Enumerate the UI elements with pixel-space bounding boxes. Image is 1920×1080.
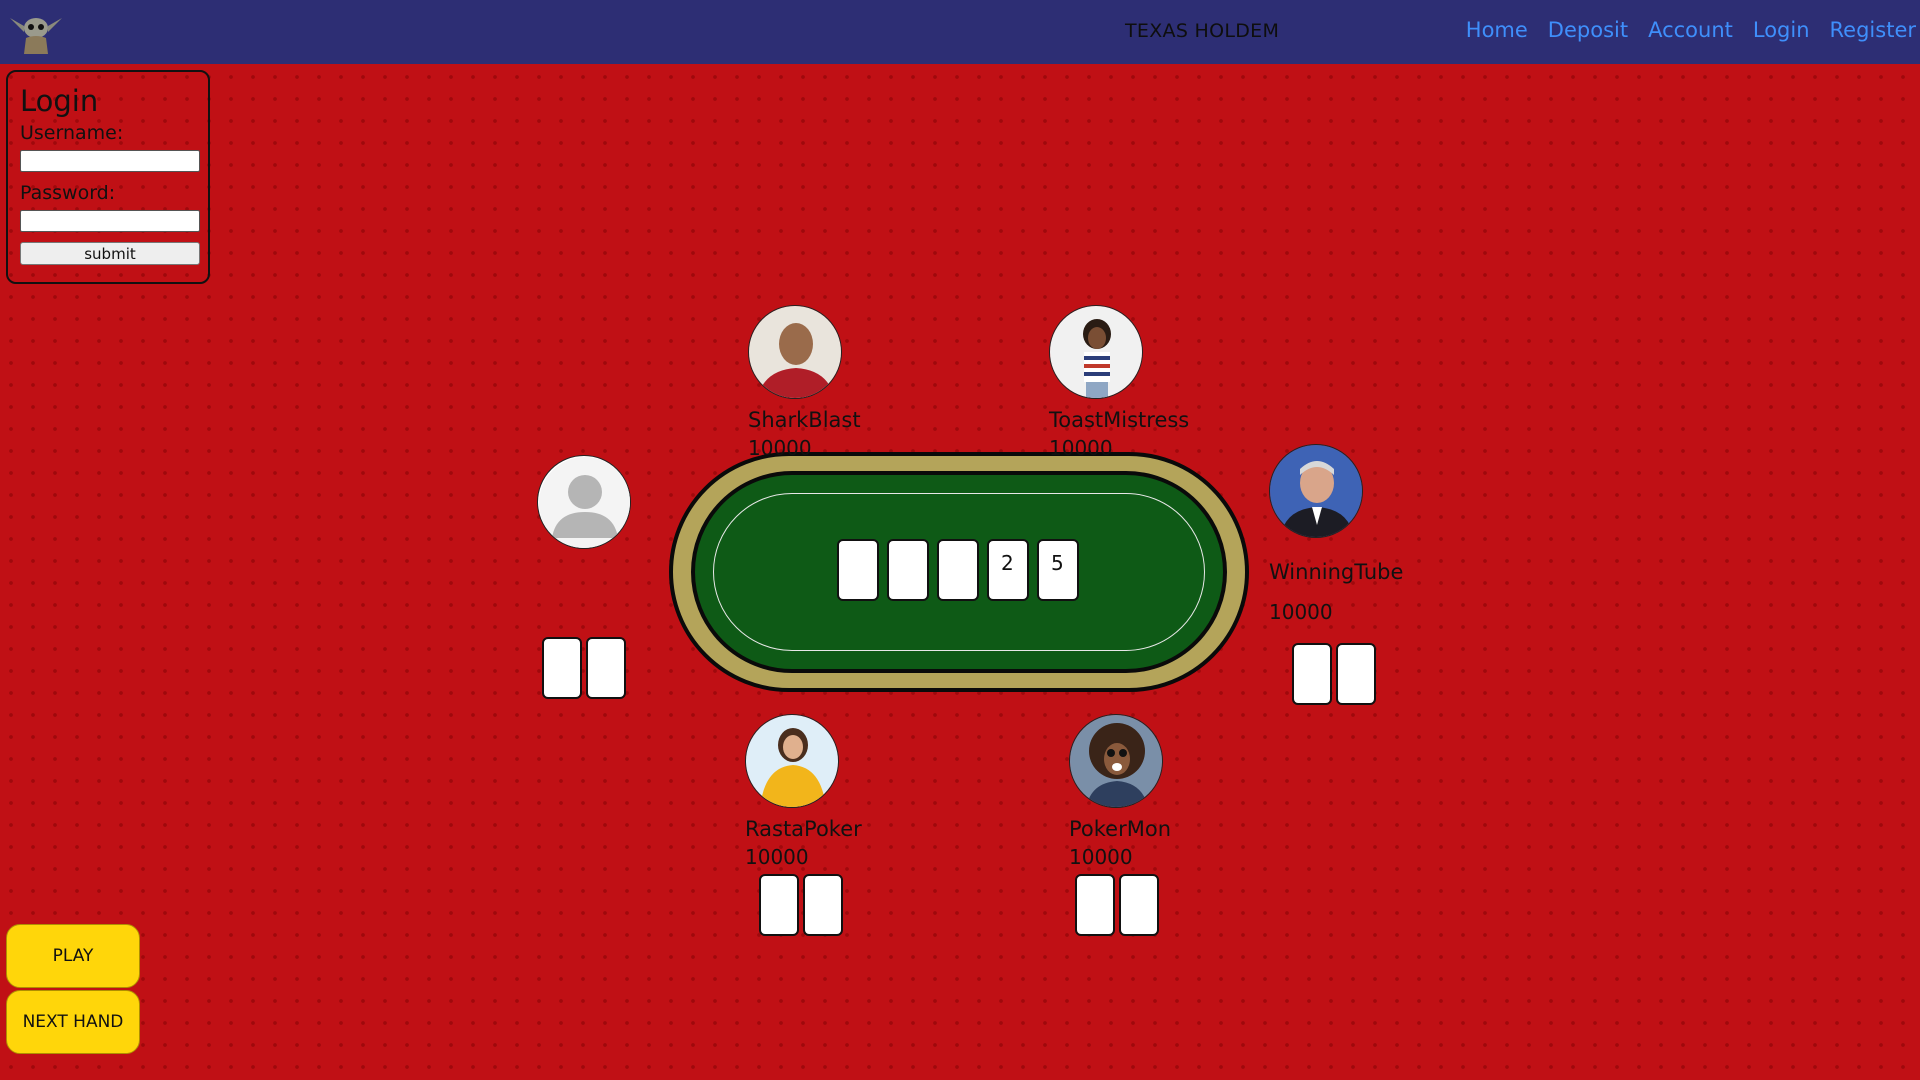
nav-link-deposit[interactable]: Deposit: [1548, 18, 1628, 42]
yoda-logo-icon[interactable]: [8, 8, 64, 54]
nav-links: Home Deposit Account Login Register: [1466, 18, 1916, 42]
username-input[interactable]: [20, 150, 200, 172]
navbar: TEXAS HOLDEM Home Deposit Account Login …: [0, 0, 1920, 64]
hole-card: [1075, 874, 1115, 936]
player-seat-empty: [537, 455, 631, 549]
player-hand: [759, 874, 843, 936]
player-name: ToastMistress: [1049, 408, 1190, 432]
password-label: Password:: [20, 182, 116, 204]
avatar[interactable]: [748, 305, 842, 399]
hole-card: [1292, 643, 1332, 705]
hole-card: [586, 637, 626, 699]
player-seat-pokermon: [1069, 714, 1163, 808]
hole-card: [759, 874, 799, 936]
hole-card: [542, 637, 582, 699]
player-name: WinningTube: [1269, 560, 1404, 584]
app-title: TEXAS HOLDEM: [1125, 20, 1280, 42]
community-card: [837, 539, 879, 601]
nav-link-home[interactable]: Home: [1466, 18, 1528, 42]
avatar[interactable]: [745, 714, 839, 808]
nav-link-account[interactable]: Account: [1648, 18, 1733, 42]
player-seat-sharkblast: [748, 305, 842, 399]
login-title: Login: [20, 84, 99, 118]
password-input[interactable]: [20, 210, 200, 232]
hole-card: [803, 874, 843, 936]
player-chips: 10000: [1269, 600, 1333, 624]
avatar[interactable]: [1069, 714, 1163, 808]
player-chips: 10000: [1069, 845, 1133, 869]
player-seat-toastmistress: [1049, 305, 1143, 399]
player-hand: [1075, 874, 1159, 936]
player-name: PokerMon: [1069, 817, 1172, 841]
community-card: 5: [1037, 539, 1079, 601]
player-name: RastaPoker: [745, 817, 862, 841]
community-card: [937, 539, 979, 601]
player-name: SharkBlast: [748, 408, 861, 432]
player-seat-winningtube: [1269, 444, 1363, 538]
nav-link-register[interactable]: Register: [1830, 18, 1916, 42]
hole-card: [1336, 643, 1376, 705]
community-card: [887, 539, 929, 601]
player-seat-rastapoker: [745, 714, 839, 808]
avatar[interactable]: [1049, 305, 1143, 399]
nav-link-login[interactable]: Login: [1753, 18, 1810, 42]
community-cards: 2 5: [837, 539, 1079, 601]
next-hand-button[interactable]: NEXT HAND: [6, 990, 140, 1054]
player-chips: 10000: [748, 436, 812, 460]
player-hand: [1292, 643, 1376, 705]
player-chips: 10000: [745, 845, 809, 869]
community-card: 2: [987, 539, 1029, 601]
username-label: Username:: [20, 122, 124, 144]
avatar[interactable]: [1269, 444, 1363, 538]
hole-card: [1119, 874, 1159, 936]
submit-button[interactable]: submit: [20, 242, 200, 265]
play-button[interactable]: PLAY: [6, 924, 140, 988]
player-hand: [542, 637, 626, 699]
login-panel: Login Username: Password: submit: [6, 70, 210, 284]
default-avatar-icon[interactable]: [537, 455, 631, 549]
player-chips: 10000: [1049, 436, 1113, 460]
